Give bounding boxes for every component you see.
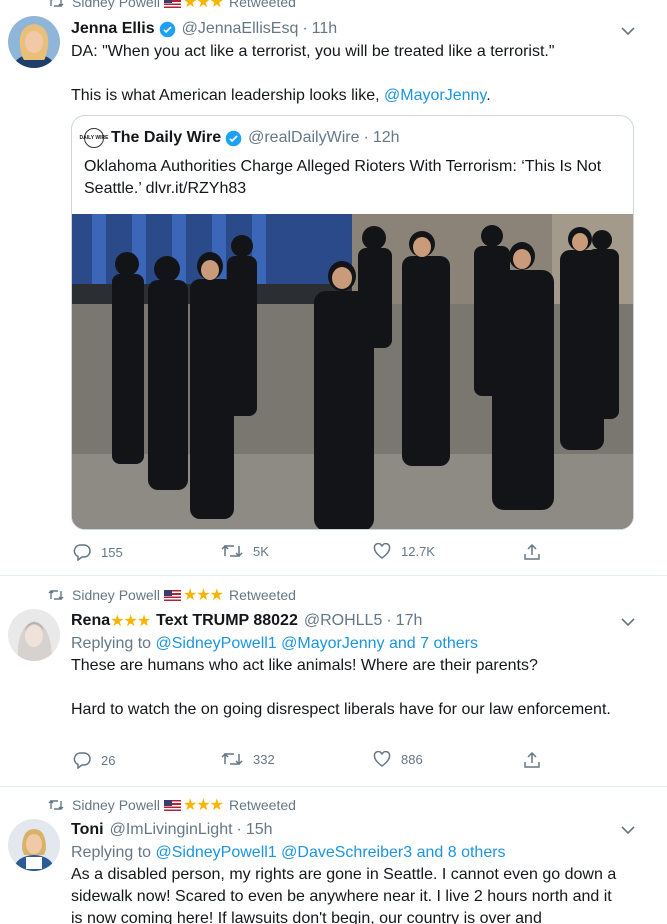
mention-link[interactable]: @MayorJenny xyxy=(384,87,486,104)
tweet-header: Rena ★★★ Text TRUMP 88022 @ROHLL5 · 17h xyxy=(71,610,627,632)
retweet-button[interactable]: 332 xyxy=(221,751,275,767)
quote-display-name[interactable]: The Daily Wire xyxy=(111,129,221,147)
retweet-icon xyxy=(221,544,243,558)
handle[interactable]: @ImLivinginLight xyxy=(110,821,233,839)
mention-link[interactable]: @SidneyPowell1 xyxy=(156,635,277,652)
police-line-photo[interactable] xyxy=(72,214,633,529)
share-button[interactable] xyxy=(523,543,551,561)
heart-icon xyxy=(373,751,391,767)
stars-emoji: ★★★ xyxy=(110,613,151,630)
tweet-actions: 26 332 886 xyxy=(71,751,551,771)
avatar[interactable] xyxy=(8,16,60,68)
quoted-tweet[interactable]: DAILY WIRE The Daily Wire @realDailyWire… xyxy=(71,115,634,530)
tweet-2[interactable]: Sidney Powell ★★★ Retweeted Rena ★★★ Tex… xyxy=(0,577,667,787)
display-name[interactable]: Toni xyxy=(71,821,104,839)
reply-icon xyxy=(73,544,91,561)
retweeted-label: Retweeted xyxy=(228,797,296,813)
separator-dot: · xyxy=(386,612,392,629)
handle[interactable]: @ROHLL5 xyxy=(304,612,383,630)
tweet-text: These are humans who act like animals! W… xyxy=(71,655,641,721)
retweeted-label: Retweeted xyxy=(228,587,296,603)
chevron-down-icon[interactable] xyxy=(621,617,635,627)
avatar[interactable] xyxy=(8,819,60,871)
retweeter-name[interactable]: Sidney Powell xyxy=(72,587,160,603)
share-icon xyxy=(524,751,540,768)
quote-text: Oklahoma Authorities Charge Alleged Riot… xyxy=(84,158,602,197)
tweet-text-line2: Hard to watch the on going disrespect li… xyxy=(71,701,611,718)
tweet-1[interactable]: Sidney Powell ★★★ Retweeted Jenna Ellis … xyxy=(0,0,667,576)
retweet-icon xyxy=(48,589,66,601)
reply-count: 26 xyxy=(101,752,116,768)
display-name-part2[interactable]: Text TRUMP 88022 xyxy=(156,612,298,630)
separator-dot: · xyxy=(236,821,242,838)
retweet-icon xyxy=(48,0,66,8)
tweet-text-line2: This is what American leadership looks l… xyxy=(71,87,380,104)
us-flag-icon xyxy=(163,799,181,811)
chevron-down-icon[interactable] xyxy=(621,825,635,835)
retweeted-label: Retweeted xyxy=(228,0,296,10)
share-button[interactable] xyxy=(523,751,551,769)
chevron-down-icon[interactable] xyxy=(621,26,635,36)
tweet-text: As a disabled person, my rights are gone… xyxy=(71,866,617,924)
stars-emoji: ★★★ xyxy=(182,0,224,11)
others-link[interactable]: 7 others xyxy=(420,635,478,652)
reply-icon xyxy=(73,752,91,769)
daily-wire-logo: DAILY WIRE xyxy=(80,128,108,148)
quote-timestamp[interactable]: 12h xyxy=(373,129,400,147)
tweet-text: DA: "When you act like a terrorist, you … xyxy=(71,41,641,107)
reply-count: 155 xyxy=(101,544,123,560)
tweet-actions: 155 5K 12.7K xyxy=(71,543,551,563)
replying-to: Replying to @SidneyPowell1 @DaveSchreibe… xyxy=(71,844,506,861)
retweeter-name[interactable]: Sidney Powell xyxy=(72,0,160,10)
tweet-3[interactable]: Sidney Powell ★★★ Retweeted Toni @ImLivi… xyxy=(0,787,667,924)
verified-icon xyxy=(159,21,175,37)
verified-icon xyxy=(225,130,242,146)
like-count: 886 xyxy=(401,751,423,767)
retweet-count: 5K xyxy=(253,543,269,559)
retweet-count: 332 xyxy=(253,751,275,767)
us-flag-icon xyxy=(163,589,181,601)
separator-dot: · xyxy=(363,129,369,146)
replying-to: Replying to @SidneyPowell1 @MayorJenny a… xyxy=(71,635,478,652)
like-count: 12.7K xyxy=(401,543,435,559)
separator-dot: · xyxy=(302,20,308,37)
tweet-text-line1: These are humans who act like animals! W… xyxy=(71,657,538,674)
stars-emoji: ★★★ xyxy=(182,587,224,604)
heart-icon xyxy=(373,543,391,559)
us-flag-icon xyxy=(163,0,181,8)
reply-button[interactable]: 155 xyxy=(73,543,123,561)
display-name-part1[interactable]: Rena xyxy=(71,612,110,630)
share-icon xyxy=(524,543,540,560)
tweet-header: Toni @ImLivinginLight · 15h xyxy=(71,819,627,841)
tweet-header: Jenna Ellis @JennaEllisEsq · 11h xyxy=(71,18,627,40)
timestamp[interactable]: 11h xyxy=(312,20,338,38)
timestamp[interactable]: 15h xyxy=(246,821,273,839)
like-button[interactable]: 12.7K xyxy=(373,543,435,559)
retweet-context: Sidney Powell ★★★ Retweeted xyxy=(48,0,296,12)
retweet-button[interactable]: 5K xyxy=(221,543,269,559)
retweeter-name[interactable]: Sidney Powell xyxy=(72,797,160,813)
display-name[interactable]: Jenna Ellis xyxy=(71,20,155,38)
mention-link[interactable]: @MayorJenny xyxy=(281,635,384,652)
timestamp[interactable]: 17h xyxy=(396,612,423,630)
mention-link[interactable]: @DaveSchreiber3 xyxy=(281,844,412,861)
avatar[interactable] xyxy=(8,609,60,661)
quote-header: DAILY WIRE The Daily Wire @realDailyWire… xyxy=(80,128,400,148)
retweet-context: Sidney Powell ★★★ Retweeted xyxy=(48,585,296,605)
retweet-icon xyxy=(221,752,243,766)
reply-button[interactable]: 26 xyxy=(73,751,115,769)
like-button[interactable]: 886 xyxy=(373,751,423,767)
quote-handle[interactable]: @realDailyWire xyxy=(248,129,359,147)
handle[interactable]: @JennaEllisEsq xyxy=(182,20,299,38)
retweet-icon xyxy=(48,799,66,811)
others-link[interactable]: 8 others xyxy=(448,844,506,861)
mention-link[interactable]: @SidneyPowell1 xyxy=(156,844,277,861)
tweet-text-line1: DA: "When you act like a terrorist, you … xyxy=(71,43,555,60)
stars-emoji: ★★★ xyxy=(182,797,224,814)
retweet-context: Sidney Powell ★★★ Retweeted xyxy=(48,795,296,815)
